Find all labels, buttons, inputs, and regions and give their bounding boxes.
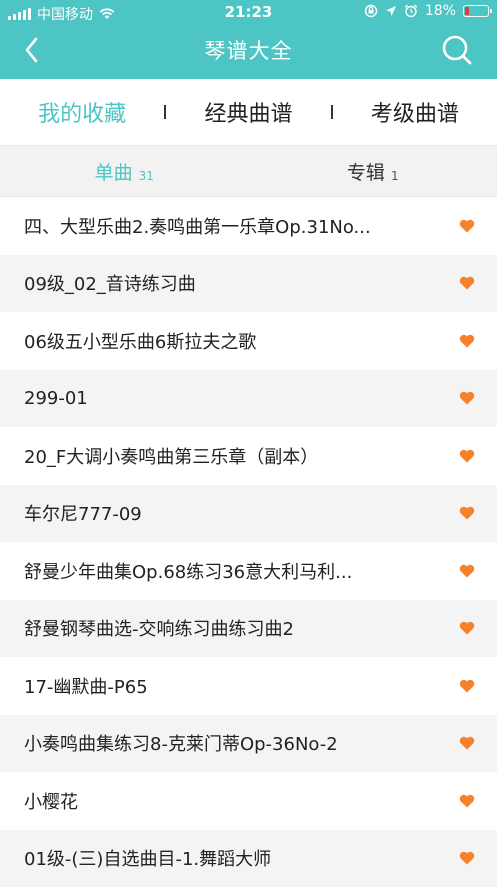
song-title: 17-幽默曲-P65 xyxy=(24,673,459,699)
category-tabs: 我的收藏 经典曲谱 考级曲谱 xyxy=(0,79,497,145)
heart-icon[interactable] xyxy=(459,334,475,348)
list-item[interactable]: 车尔尼777-09 xyxy=(0,485,497,543)
tab-classic-scores[interactable]: 经典曲谱 xyxy=(166,96,330,128)
alarm-icon xyxy=(404,4,418,18)
sub-tabs: 单曲 31 专辑 1 xyxy=(0,145,497,197)
list-item[interactable]: 舒曼钢琴曲选-交响练习曲练习曲2 xyxy=(0,600,497,658)
heart-icon[interactable] xyxy=(459,276,475,290)
heart-icon[interactable] xyxy=(459,219,475,233)
list-item[interactable]: 小樱花 xyxy=(0,772,497,830)
heart-icon[interactable] xyxy=(459,391,475,405)
song-title: 车尔尼777-09 xyxy=(24,500,459,526)
song-title: 01级-(三)自选曲目-1.舞蹈大师 xyxy=(24,845,459,871)
heart-icon[interactable] xyxy=(459,449,475,463)
page-title: 琴谱大全 xyxy=(0,35,497,65)
list-item[interactable]: 17-幽默曲-P65 xyxy=(0,657,497,715)
list-item[interactable]: 09级_02_音诗练习曲 xyxy=(0,255,497,313)
song-title: 小樱花 xyxy=(24,788,459,814)
nav-bar: 琴谱大全 xyxy=(0,26,497,76)
battery-icon xyxy=(463,5,489,17)
search-icon[interactable] xyxy=(437,30,477,70)
list-item[interactable]: 小奏鸣曲集练习8-克莱门蒂Op-36No-2 xyxy=(0,715,497,773)
rotation-lock-icon xyxy=(364,4,378,18)
song-title: 四、大型乐曲2.奏鸣曲第一乐章Op.31No... xyxy=(24,213,459,239)
heart-icon[interactable] xyxy=(459,621,475,635)
song-title: 舒曼少年曲集Op.68练习36意大利马利... xyxy=(24,558,459,584)
tab-singles[interactable]: 单曲 31 xyxy=(0,146,249,196)
tab-albums-label: 专辑 xyxy=(347,158,385,185)
top-bar: 中国移动 21:23 18% xyxy=(0,0,497,79)
song-title: 小奏鸣曲集练习8-克莱门蒂Op-36No-2 xyxy=(24,730,459,756)
status-bar: 中国移动 21:23 18% xyxy=(0,0,497,26)
battery-percent: 18% xyxy=(425,3,456,19)
song-title: 舒曼钢琴曲选-交响练习曲练习曲2 xyxy=(24,615,459,641)
song-title: 20_F大调小奏鸣曲第三乐章（副本） xyxy=(24,443,459,469)
location-icon xyxy=(385,5,397,17)
tab-singles-label: 单曲 xyxy=(95,158,133,185)
song-title: 09级_02_音诗练习曲 xyxy=(24,270,459,296)
heart-icon[interactable] xyxy=(459,851,475,865)
heart-icon[interactable] xyxy=(459,794,475,808)
list-item[interactable]: 舒曼少年曲集Op.68练习36意大利马利... xyxy=(0,542,497,600)
heart-icon[interactable] xyxy=(459,506,475,520)
list-item[interactable]: 299-01 xyxy=(0,370,497,428)
list-item[interactable]: 06级五小型乐曲6斯拉夫之歌 xyxy=(0,312,497,370)
list-item[interactable]: 20_F大调小奏鸣曲第三乐章（副本） xyxy=(0,427,497,485)
tab-albums-count: 1 xyxy=(391,169,399,183)
list-item[interactable]: 01级-(三)自选曲目-1.舞蹈大师 xyxy=(0,830,497,887)
tab-my-favorites[interactable]: 我的收藏 xyxy=(0,96,164,128)
list-item[interactable]: 四、大型乐曲2.奏鸣曲第一乐章Op.31No... xyxy=(0,197,497,255)
song-list: 四、大型乐曲2.奏鸣曲第一乐章Op.31No... 09级_02_音诗练习曲 06级… xyxy=(0,197,497,887)
tab-singles-count: 31 xyxy=(139,169,154,183)
heart-icon[interactable] xyxy=(459,679,475,693)
heart-icon[interactable] xyxy=(459,736,475,750)
tab-albums[interactable]: 专辑 1 xyxy=(249,146,497,196)
song-title: 06级五小型乐曲6斯拉夫之歌 xyxy=(24,328,459,354)
heart-icon[interactable] xyxy=(459,564,475,578)
tab-grade-scores[interactable]: 考级曲谱 xyxy=(333,96,497,128)
song-title: 299-01 xyxy=(24,388,459,409)
